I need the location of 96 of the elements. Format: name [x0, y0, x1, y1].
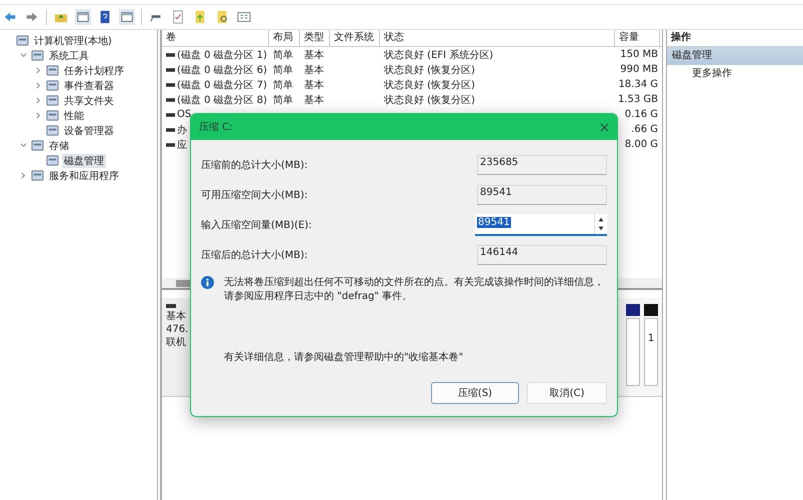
tree-item[interactable]: 磁盘管理 [62, 154, 106, 168]
table-cell: 1.53 GB [618, 94, 658, 105]
readonly-field: 235685 [477, 155, 607, 175]
column-header[interactable]: 容量 [615, 30, 660, 46]
chevron-icon[interactable] [20, 52, 27, 59]
close-icon[interactable] [600, 122, 609, 132]
table-cell: 18.34 G [618, 79, 658, 90]
dialog-title: 压缩 C: [199, 120, 233, 134]
volume-icon [166, 112, 175, 116]
table-cell-text: (磁盘 0 磁盘分区 1) [177, 48, 268, 62]
node-icon [16, 34, 29, 47]
table-cell-text: 简单 [273, 48, 293, 62]
tree-item[interactable]: 服务和应用程序 [47, 168, 121, 182]
action-item[interactable]: 更多操作 [667, 65, 803, 83]
node-icon [31, 169, 44, 182]
table-cell-text: 基本 [304, 94, 324, 106]
dialog-button[interactable]: 压缩(S) [431, 382, 519, 404]
column-header[interactable]: 文件系统 [330, 30, 380, 46]
tree-item[interactable]: 事件查看器 [62, 78, 116, 92]
info-text: 无法将卷压缩到超出任何不可移动的文件所在的点。有关完成该操作时间的详细信息，请参阅应用程序日志中的 "defrag" 事件。 [224, 276, 605, 304]
disk-info-text: 476. [166, 324, 190, 336]
tree-item[interactable]: 共享文件夹 [62, 94, 116, 108]
table-cell: OS [177, 109, 192, 120]
field-label: 输入压缩空间量(MB)(E): [201, 218, 312, 232]
table-cell-text: 状态良好 (EFI 系统分区) [384, 48, 494, 62]
volume-icon [166, 68, 175, 72]
disk-info-text: 联机 [166, 337, 187, 349]
chevron-icon[interactable] [20, 172, 27, 179]
table-cell-text: 状态良好 (恢复分区) [384, 64, 475, 76]
table-cell-text: 简单 [273, 94, 293, 106]
volume-icon [166, 82, 175, 86]
chevron-icon[interactable] [35, 97, 42, 104]
readonly-field: 89541 [477, 185, 607, 205]
node-icon [31, 49, 44, 62]
table-cell-text: 简单 [273, 64, 293, 76]
checklist-icon[interactable] [170, 9, 186, 25]
volume-icon [166, 128, 175, 132]
volume-icon [166, 142, 175, 146]
chevron-icon[interactable] [35, 112, 42, 119]
node-icon [46, 64, 59, 77]
node-icon [46, 79, 59, 92]
field-label: 可用压缩空间大小(MB): [201, 188, 308, 202]
readonly-field: 146144 [477, 245, 607, 265]
table-cell: 150 MB [620, 49, 658, 60]
table-cell: 0.16 G [624, 109, 658, 120]
node-icon [46, 154, 59, 167]
properties-icon[interactable] [236, 9, 252, 25]
panel-icon[interactable] [119, 9, 135, 25]
partition-block[interactable]: 1 [644, 318, 658, 386]
column-header[interactable]: 类型 [300, 30, 330, 46]
help-text: 有关详细信息，请参阅磁盘管理帮助中的"收缩基本卷" [223, 350, 464, 364]
chevron-icon[interactable] [20, 142, 27, 149]
dialog-button[interactable]: 取消(C) [527, 382, 607, 404]
table-cell-text: (磁盘 0 磁盘分区 6) [177, 64, 268, 76]
table-cell-text: (磁盘 0 磁盘分区 8) [177, 94, 268, 106]
panel-icon[interactable] [75, 9, 91, 25]
partition-bar [644, 304, 658, 316]
action-item[interactable]: 磁盘管理 [667, 47, 803, 65]
partition-label: 1 [648, 333, 654, 345]
column-header[interactable]: 卷 [162, 30, 269, 46]
table-cell-text: 应 [177, 138, 187, 152]
table-cell-text: 基本 [304, 48, 324, 62]
table-cell: 8.00 G [624, 139, 658, 150]
spin-field[interactable]: 89541 [475, 214, 607, 236]
table-cell-text: 状态良好 (恢复分区) [384, 94, 475, 106]
disk-info-text: 基本 [166, 311, 187, 323]
tree-item[interactable]: 存储 [47, 138, 71, 152]
tree-item[interactable]: 性能 [62, 108, 86, 122]
volume-icon [166, 98, 175, 102]
node-icon [46, 124, 59, 137]
node-icon [46, 94, 59, 107]
tree-item[interactable]: 任务计划程序 [62, 64, 126, 78]
partition-block [626, 318, 640, 386]
column-header[interactable]: 状态 [380, 30, 615, 46]
field-label: 压缩前的总计大小(MB): [201, 158, 308, 172]
column-header[interactable]: 布局 [269, 30, 300, 46]
table-cell-text: 基本 [304, 78, 324, 92]
node-icon [31, 139, 44, 152]
table-cell-text: 办 [177, 124, 187, 136]
volume-icon [166, 52, 175, 56]
table-cell: 990 MB [620, 64, 658, 75]
tree-item[interactable]: 计算机管理(本地) [32, 34, 114, 48]
table-cell-text: (磁盘 0 磁盘分区 7) [177, 78, 268, 92]
table-cell-text: 简单 [273, 78, 293, 92]
info-icon [201, 276, 214, 289]
node-icon [46, 109, 59, 122]
partition-bar [626, 304, 640, 316]
table-cell: .66 G [631, 124, 658, 135]
field-label: 压缩后的总计大小(MB): [201, 248, 308, 262]
table-cell-text: 状态良好 (恢复分区) [384, 78, 475, 92]
tree-item[interactable]: 设备管理器 [62, 124, 116, 138]
chevron-icon[interactable] [35, 67, 42, 74]
table-cell-text: 基本 [304, 64, 324, 76]
selected-value: 89541 [477, 217, 511, 228]
tree-item[interactable]: 系统工具 [47, 48, 91, 62]
chevron-icon[interactable] [35, 82, 42, 89]
